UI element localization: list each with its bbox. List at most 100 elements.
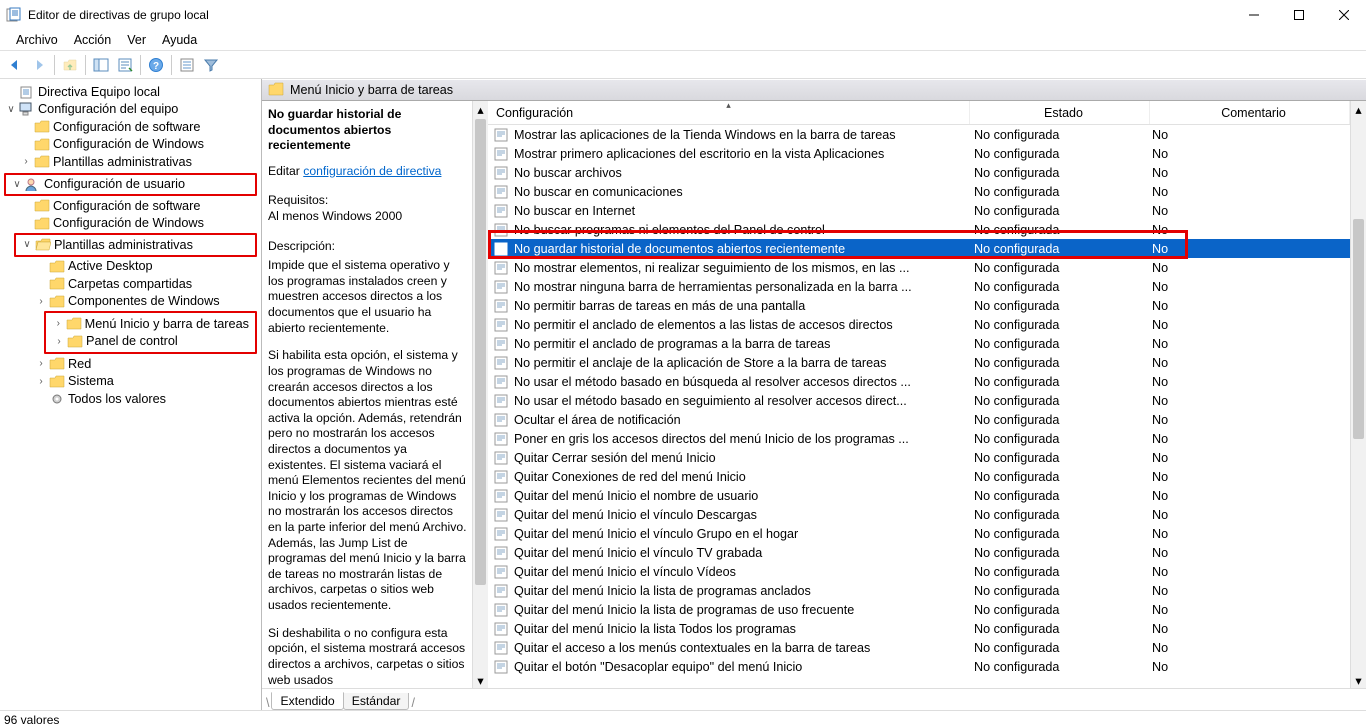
caret-icon[interactable]: › — [54, 336, 64, 347]
setting-row[interactable]: Quitar del menú Inicio la lista de progr… — [488, 581, 1350, 600]
setting-row[interactable]: Quitar del menú Inicio el vínculo Descar… — [488, 505, 1350, 524]
tree-cfg-software[interactable]: Configuración de software — [0, 118, 261, 136]
tree-red[interactable]: › Red — [0, 355, 261, 373]
col-comentario[interactable]: Comentario — [1150, 101, 1350, 124]
setting-name-cell: No permitir el anclaje de la aplicación … — [514, 356, 970, 370]
tree-todos-valores[interactable]: Todos los valores — [0, 390, 261, 408]
setting-row[interactable]: Quitar del menú Inicio el vínculo TV gra… — [488, 543, 1350, 562]
setting-comment-cell: No — [1150, 147, 1350, 161]
setting-name-cell: No mostrar ninguna barra de herramientas… — [514, 280, 970, 294]
setting-row[interactable]: Quitar del menú Inicio el vínculo Vídeos… — [488, 562, 1350, 581]
caret-icon[interactable]: › — [36, 296, 46, 307]
tree-comp-windows[interactable]: › Componentes de Windows — [0, 293, 261, 311]
tab-extendido[interactable]: Extendido — [271, 692, 343, 710]
setting-row[interactable]: Quitar del menú Inicio el vínculo Grupo … — [488, 524, 1350, 543]
description-label: Descripción: — [268, 239, 468, 255]
scroll-up-icon[interactable]: ▴ — [473, 101, 488, 117]
setting-icon — [492, 128, 510, 142]
filter-button[interactable] — [200, 54, 222, 76]
tree-carpetas[interactable]: Carpetas compartidas — [0, 275, 261, 293]
tree-menu-inicio[interactable]: › Menú Inicio y barra de tareas — [48, 315, 253, 333]
setting-row[interactable]: Quitar del menú Inicio el nombre de usua… — [488, 486, 1350, 505]
setting-row[interactable]: No permitir barras de tareas en más de u… — [488, 296, 1350, 315]
close-button[interactable] — [1321, 0, 1366, 30]
setting-row[interactable]: Quitar el botón "Desacoplar equipo" del … — [488, 657, 1350, 676]
edit-link[interactable]: configuración de directiva — [303, 164, 441, 178]
properties-button[interactable] — [114, 54, 136, 76]
tree-cfg-equipo[interactable]: ∨ Configuración del equipo — [0, 101, 261, 119]
titlebar: Editor de directivas de grupo local — [0, 0, 1366, 30]
setting-row[interactable]: Quitar del menú Inicio la lista de progr… — [488, 600, 1350, 619]
forward-button[interactable] — [28, 54, 50, 76]
tree-cfg-windows2[interactable]: Configuración de Windows — [0, 215, 261, 233]
caret-icon[interactable]: › — [36, 358, 46, 369]
caret-icon[interactable]: ∨ — [12, 179, 22, 190]
setting-row[interactable]: Mostrar las aplicaciones de la Tienda Wi… — [488, 125, 1350, 144]
back-button[interactable] — [4, 54, 26, 76]
setting-comment-cell: No — [1150, 318, 1350, 332]
setting-row[interactable]: No usar el método basado en búsqueda al … — [488, 372, 1350, 391]
setting-state-cell: No configurada — [970, 261, 1150, 275]
setting-icon — [492, 603, 510, 617]
setting-name-cell: No usar el método basado en búsqueda al … — [514, 375, 970, 389]
setting-row[interactable]: No permitir el anclaje de la aplicación … — [488, 353, 1350, 372]
scroll-up-icon[interactable]: ▴ — [1351, 101, 1366, 117]
tree-cfg-software2[interactable]: Configuración de software — [0, 197, 261, 215]
help-scrollbar[interactable]: ▴ ▾ — [472, 101, 488, 688]
scroll-down-icon[interactable]: ▾ — [1351, 672, 1366, 688]
setting-row[interactable]: Quitar del menú Inicio la lista Todos lo… — [488, 619, 1350, 638]
setting-row[interactable]: Mostrar primero aplicaciones del escrito… — [488, 144, 1350, 163]
setting-row[interactable]: Quitar Conexiones de red del menú Inicio… — [488, 467, 1350, 486]
menu-ayuda[interactable]: Ayuda — [156, 31, 203, 49]
caret-icon[interactable]: › — [54, 318, 63, 329]
setting-comment-cell: No — [1150, 546, 1350, 560]
show-hide-tree-button[interactable] — [90, 54, 112, 76]
tree-item-icon — [49, 357, 65, 371]
help-button[interactable]: ? — [145, 54, 167, 76]
setting-icon — [492, 299, 510, 313]
setting-row[interactable]: No guardar historial de documentos abier… — [488, 239, 1350, 258]
col-estado[interactable]: Estado — [970, 101, 1150, 124]
scroll-down-icon[interactable]: ▾ — [473, 672, 488, 688]
setting-row[interactable]: No permitir el anclado de programas a la… — [488, 334, 1350, 353]
menu-ver[interactable]: Ver — [121, 31, 152, 49]
menu-archivo[interactable]: Archivo — [10, 31, 64, 49]
tree-panel-control[interactable]: › Panel de control — [48, 333, 253, 351]
setting-row[interactable]: Quitar Cerrar sesión del menú Inicio No … — [488, 448, 1350, 467]
setting-row[interactable]: No mostrar ninguna barra de herramientas… — [488, 277, 1350, 296]
tree-root[interactable]: Directiva Equipo local — [0, 83, 261, 101]
setting-row[interactable]: Ocultar el área de notificación No confi… — [488, 410, 1350, 429]
setting-row[interactable]: No usar el método basado en seguimiento … — [488, 391, 1350, 410]
setting-row[interactable]: No buscar en Internet No configurada No — [488, 201, 1350, 220]
tree-sistema[interactable]: › Sistema — [0, 373, 261, 391]
setting-row[interactable]: No buscar archivos No configurada No — [488, 163, 1350, 182]
caret-icon[interactable]: › — [21, 156, 31, 167]
tree-item-label: Carpetas compartidas — [68, 277, 192, 291]
setting-row[interactable]: No permitir el anclado de elementos a la… — [488, 315, 1350, 334]
menu-accion[interactable]: Acción — [68, 31, 118, 49]
tree-cfg-usuario[interactable]: ∨ Configuración de usuario — [6, 176, 253, 194]
tree-plantillas-1[interactable]: › Plantillas administrativas — [0, 153, 261, 171]
caret-icon[interactable]: ∨ — [6, 104, 16, 115]
setting-name-cell: Quitar del menú Inicio la lista de progr… — [514, 603, 970, 617]
maximize-button[interactable] — [1276, 0, 1321, 30]
setting-comment-cell: No — [1150, 660, 1350, 674]
setting-name-cell: No buscar en Internet — [514, 204, 970, 218]
setting-row[interactable]: No buscar en comunicaciones No configura… — [488, 182, 1350, 201]
tab-estandar[interactable]: Estándar — [343, 693, 410, 710]
list-scrollbar[interactable]: ▴ ▾ — [1350, 101, 1366, 688]
setting-row[interactable]: No mostrar elementos, ni realizar seguim… — [488, 258, 1350, 277]
setting-row[interactable]: No buscar programas ni elementos del Pan… — [488, 220, 1350, 239]
minimize-button[interactable] — [1231, 0, 1276, 30]
setting-row[interactable]: Quitar el acceso a los menús contextuale… — [488, 638, 1350, 657]
tree-cfg-windows[interactable]: Configuración de Windows — [0, 136, 261, 154]
caret-icon[interactable]: ∨ — [22, 239, 32, 250]
all-settings-button[interactable] — [176, 54, 198, 76]
up-button[interactable] — [59, 54, 81, 76]
setting-name-cell: No permitir barras de tareas en más de u… — [514, 299, 970, 313]
col-configuracion[interactable]: ▴Configuración — [488, 101, 970, 124]
tree-plantillas-2[interactable]: ∨ Plantillas administrativas — [16, 236, 253, 254]
setting-row[interactable]: Poner en gris los accesos directos del m… — [488, 429, 1350, 448]
caret-icon[interactable]: › — [36, 376, 46, 387]
tree-active-desktop[interactable]: Active Desktop — [0, 258, 261, 276]
